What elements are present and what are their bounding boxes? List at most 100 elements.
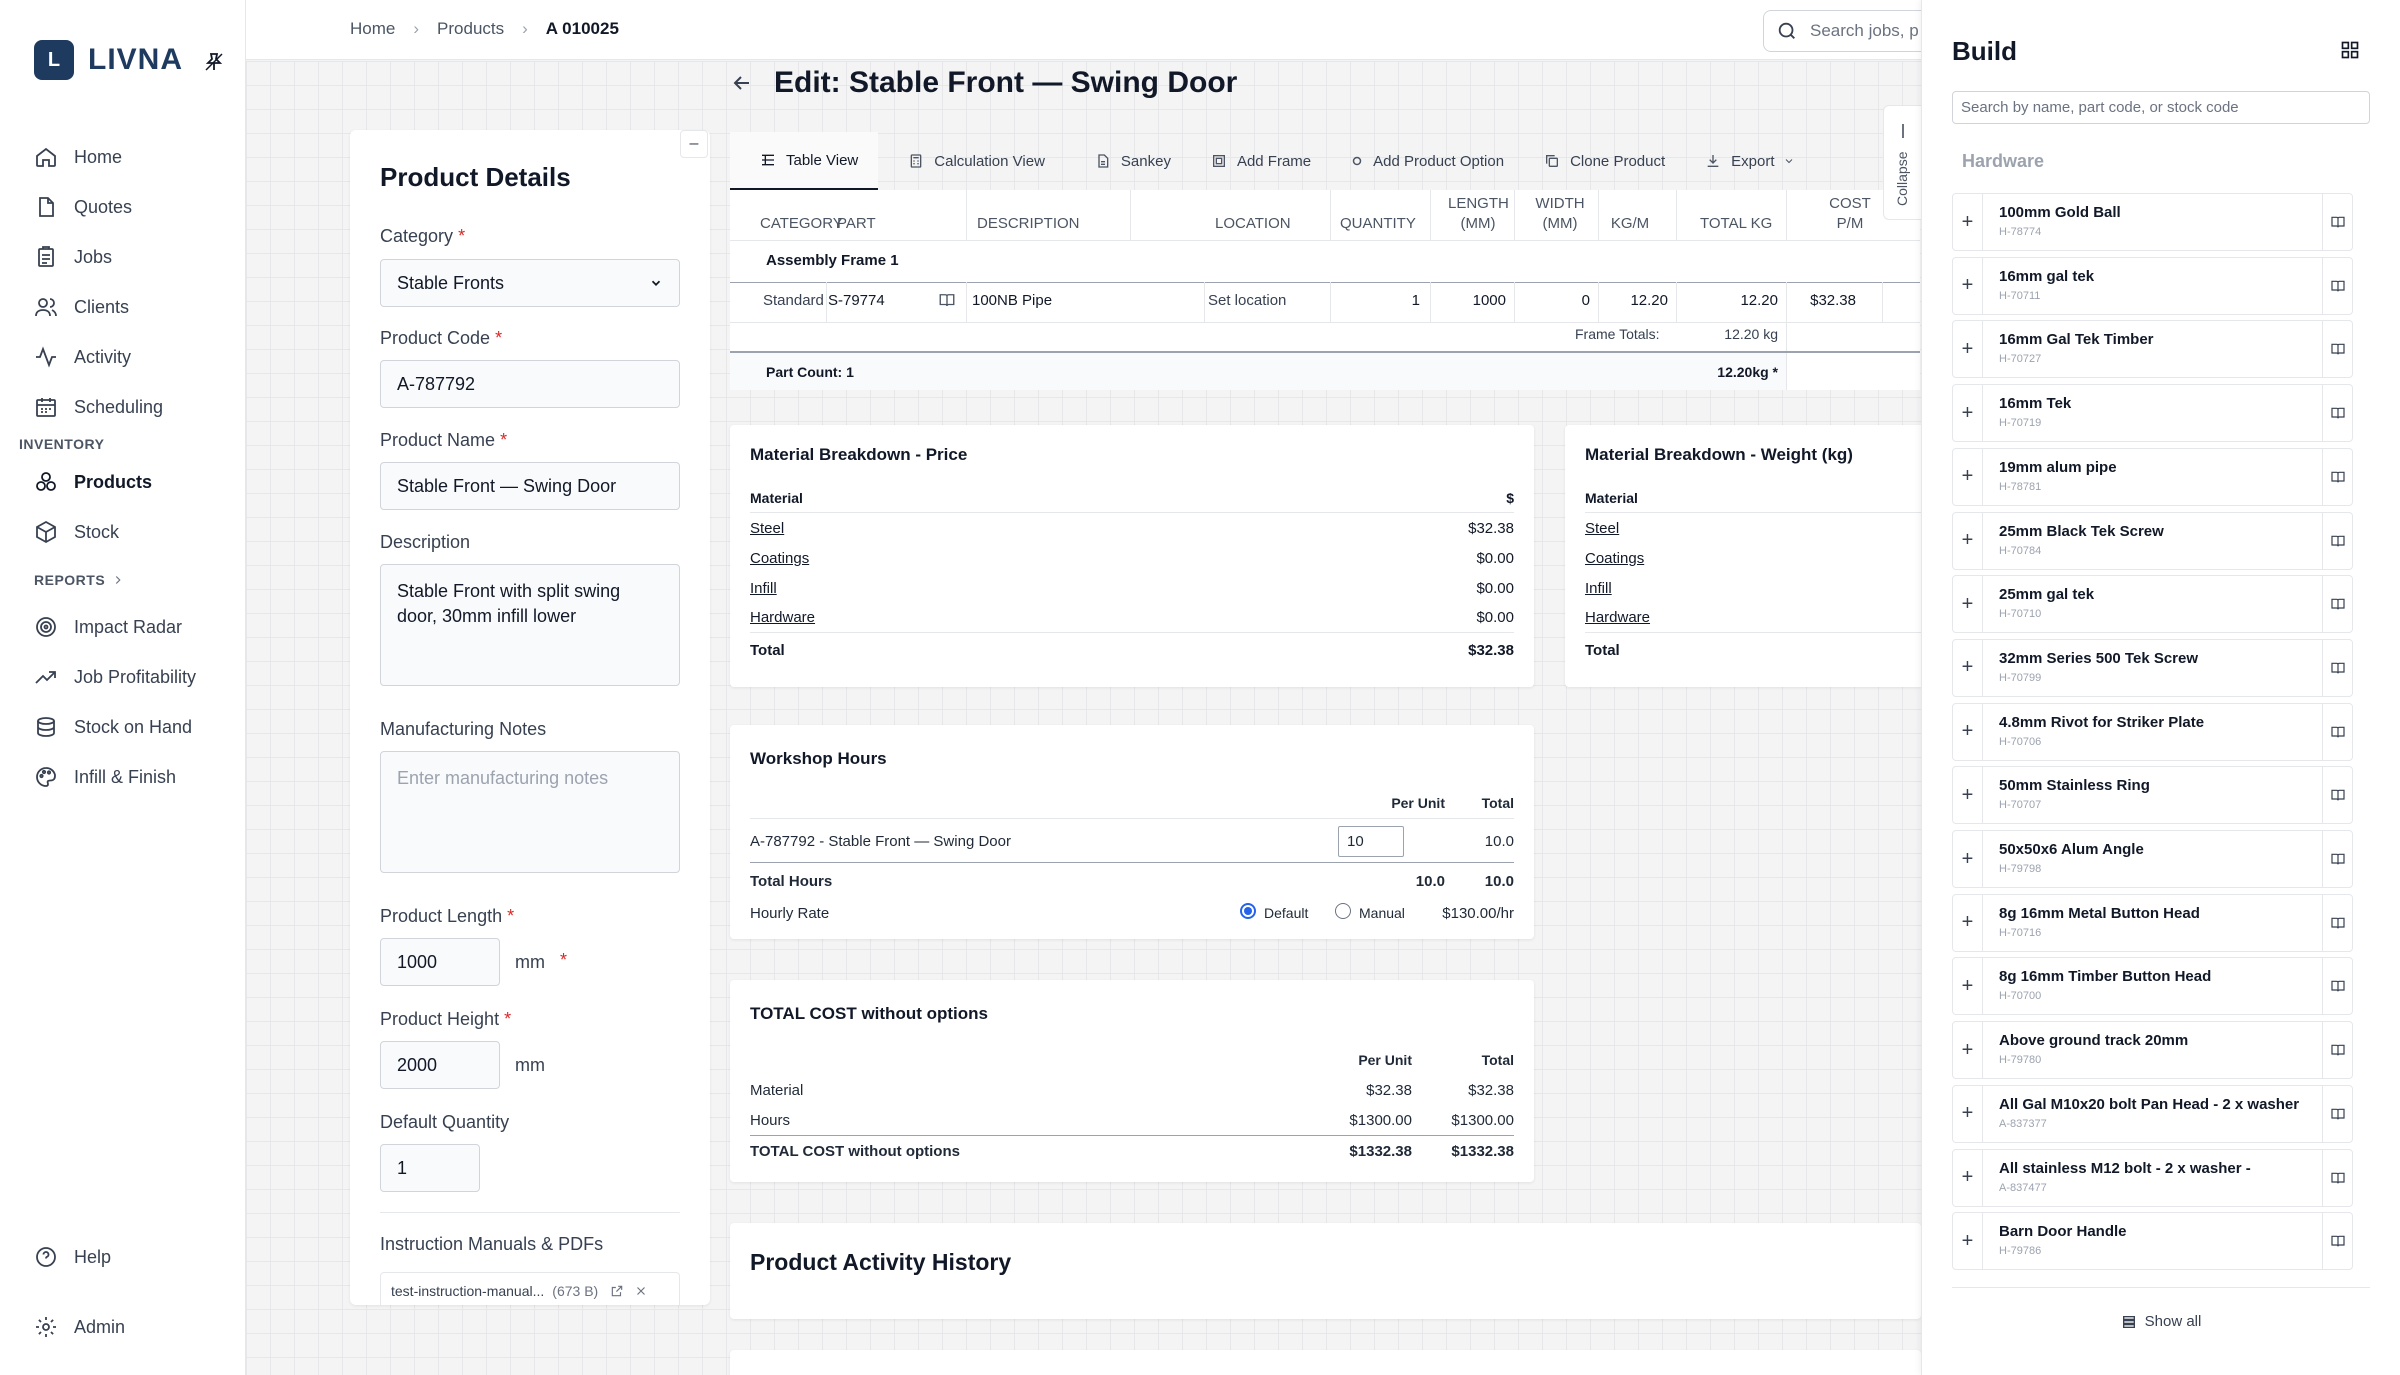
book-icon[interactable] — [2322, 576, 2352, 633]
add-item-button[interactable]: + — [1953, 703, 1983, 760]
build-item[interactable]: +16mm gal tek H-70711 — [1952, 256, 2353, 315]
tab-add-product-option[interactable]: Add Product Option — [1331, 132, 1524, 190]
tab-clone-product[interactable]: Clone Product — [1524, 132, 1685, 190]
material-link[interactable]: Steel — [750, 520, 784, 537]
build-search-input[interactable]: Search by name, part code, or stock code — [1952, 91, 2370, 124]
add-item-button[interactable]: + — [1953, 1022, 1983, 1079]
book-icon[interactable] — [2322, 767, 2352, 824]
book-icon[interactable] — [2322, 958, 2352, 1015]
book-icon[interactable] — [2322, 639, 2352, 696]
add-item-button[interactable]: + — [1953, 1085, 1983, 1142]
build-item[interactable]: +4.8mm Rivot for Striker Plate H-70706 — [1952, 702, 2353, 761]
nav-admin[interactable]: Admin — [34, 1315, 125, 1339]
product-name-input[interactable]: Stable Front — Swing Door — [380, 462, 680, 510]
build-item[interactable]: +8g 16mm Metal Button Head H-70716 — [1952, 893, 2353, 952]
book-icon[interactable] — [2322, 1213, 2352, 1270]
book-icon[interactable] — [2322, 512, 2352, 569]
book-icon[interactable] — [938, 291, 956, 309]
add-item-button[interactable]: + — [1953, 321, 1983, 378]
add-item-button[interactable]: + — [1953, 831, 1983, 887]
build-item[interactable]: +50x50x6 Alum Angle H-79798 — [1952, 830, 2353, 888]
product-length-input[interactable]: 1000 — [380, 938, 500, 986]
add-item-button[interactable]: + — [1953, 767, 1983, 824]
manual-file-chip[interactable]: test-instruction-manual... (673 B) — [380, 1272, 680, 1305]
add-item-button[interactable]: + — [1953, 894, 1983, 951]
nav-job-profitability[interactable]: Job Profitability — [34, 665, 196, 689]
nav-home[interactable]: Home — [34, 145, 122, 169]
add-item-button[interactable]: + — [1953, 194, 1983, 250]
add-item-button[interactable]: + — [1953, 639, 1983, 696]
build-item[interactable]: +32mm Series 500 Tek Screw H-70799 — [1952, 638, 2353, 697]
add-item-button[interactable]: + — [1953, 385, 1983, 442]
tab-add-frame[interactable]: Add Frame — [1191, 132, 1331, 190]
nav-jobs[interactable]: Jobs — [34, 245, 112, 269]
collapse-build-panel-button[interactable]: Collapse — [1883, 105, 1921, 220]
cell-width[interactable]: 0 — [1514, 292, 1590, 309]
add-item-button[interactable]: + — [1953, 448, 1983, 505]
close-icon[interactable] — [634, 1284, 648, 1298]
build-item[interactable]: + Barn Door Handle H-79786 — [1952, 1212, 2353, 1271]
nav-quotes[interactable]: Quotes — [34, 195, 132, 219]
material-link[interactable]: Hardware — [1585, 609, 1650, 626]
rate-manual-radio[interactable] — [1335, 903, 1351, 919]
external-link-icon[interactable] — [610, 1284, 624, 1298]
build-item[interactable]: +25mm gal tek H-70710 — [1952, 575, 2353, 634]
cell-quantity[interactable]: 1 — [1358, 292, 1420, 309]
cell-length[interactable]: 1000 — [1430, 292, 1506, 309]
add-item-button[interactable]: + — [1953, 512, 1983, 569]
book-icon[interactable] — [2322, 1085, 2352, 1142]
book-icon[interactable] — [2322, 321, 2352, 378]
build-item[interactable]: + All Gal M10x20 bolt Pan Head - 2 x wash… — [1952, 1084, 2353, 1143]
breadcrumb-products[interactable]: Products — [437, 19, 504, 39]
tab-calculation-view[interactable]: Calculation View — [878, 132, 1065, 190]
product-height-input[interactable]: 2000 — [380, 1041, 500, 1089]
reports-section[interactable]: REPORTS — [34, 572, 125, 588]
back-arrow-icon[interactable] — [730, 71, 754, 95]
build-item[interactable]: +16mm Tek H-70719 — [1952, 384, 2353, 443]
description-textarea[interactable]: Stable Front with split swing door, 30mm… — [380, 564, 680, 686]
add-item-button[interactable]: + — [1953, 1149, 1983, 1206]
nav-help[interactable]: Help — [34, 1245, 111, 1269]
add-item-button[interactable]: + — [1953, 257, 1983, 314]
cell-location[interactable]: Set location — [1208, 292, 1286, 309]
per-unit-hours-input[interactable]: 10 — [1338, 826, 1404, 857]
build-item[interactable]: +19mm alum pipe H-78781 — [1952, 447, 2353, 506]
book-icon[interactable] — [2322, 703, 2352, 760]
book-icon[interactable] — [2322, 194, 2352, 250]
pin-icon[interactable] — [202, 50, 226, 74]
book-icon[interactable] — [2322, 831, 2352, 887]
manufacturing-notes-textarea[interactable]: Enter manufacturing notes — [380, 751, 680, 873]
build-item[interactable]: +8g 16mm Timber Button Head H-70700 — [1952, 957, 2353, 1016]
material-link[interactable]: Hardware — [750, 609, 815, 626]
product-code-input[interactable]: A-787792 — [380, 360, 680, 408]
default-quantity-input[interactable]: 1 — [380, 1144, 480, 1192]
material-link[interactable]: Coatings — [750, 550, 809, 567]
rate-default-radio[interactable] — [1240, 903, 1256, 919]
build-item[interactable]: + Above ground track 20mm H-79780 — [1952, 1021, 2353, 1080]
nav-clients[interactable]: Clients — [34, 295, 129, 319]
book-icon[interactable] — [2322, 385, 2352, 442]
book-icon[interactable] — [2322, 448, 2352, 505]
book-icon[interactable] — [2322, 1022, 2352, 1079]
add-item-button[interactable]: + — [1953, 1213, 1983, 1270]
tab-export[interactable]: Export — [1685, 132, 1814, 190]
material-link[interactable]: Infill — [750, 580, 777, 597]
nav-products[interactable]: Products — [34, 470, 152, 494]
breadcrumb-home[interactable]: Home — [350, 19, 395, 39]
tab-table-view[interactable]: Table View — [730, 132, 879, 190]
minimize-details-button[interactable]: – — [680, 130, 708, 158]
build-item[interactable]: +100mm Gold Ball H-78774 — [1952, 193, 2353, 251]
build-item[interactable]: + All stainless M12 bolt - 2 x washer - A-… — [1952, 1148, 2353, 1207]
material-link[interactable]: Steel — [1585, 520, 1619, 537]
nav-stock[interactable]: Stock — [34, 520, 119, 544]
build-item[interactable]: +16mm Gal Tek Timber H-70727 — [1952, 320, 2353, 379]
logo[interactable]: L LIVNA — [34, 40, 183, 80]
nav-activity[interactable]: Activity — [34, 345, 131, 369]
book-icon[interactable] — [2322, 257, 2352, 314]
nav-impact-radar[interactable]: Impact Radar — [34, 615, 182, 639]
build-item[interactable]: +25mm Black Tek Screw H-70784 — [1952, 511, 2353, 570]
grid-view-icon[interactable] — [2340, 40, 2360, 60]
material-link[interactable]: Infill — [1585, 580, 1612, 597]
material-link[interactable]: Coatings — [1585, 550, 1644, 567]
category-select[interactable]: Stable Fronts — [380, 259, 680, 307]
